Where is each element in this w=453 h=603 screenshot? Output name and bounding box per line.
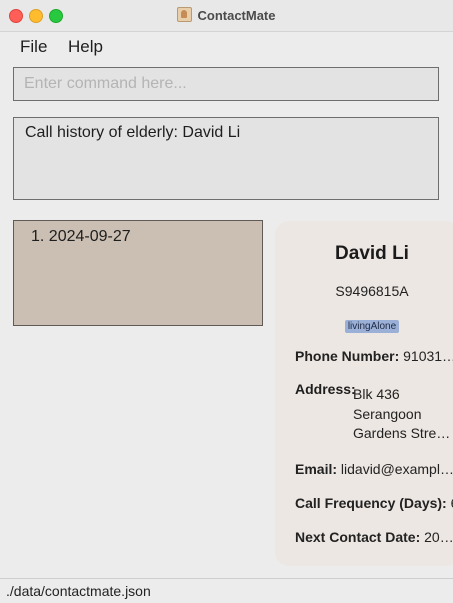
next-contact-label: Next Contact Date: [295,529,421,545]
menu-help[interactable]: Help [68,37,103,57]
address-line: Blk 436 [353,386,400,402]
address-label: Address: [295,381,356,397]
result-display: Call history of elderly: David Li [13,117,439,200]
next-contact-value: 20… [424,529,453,545]
person-tag: livingAlone [344,320,400,333]
title-bar: ContactMate [0,0,453,32]
status-bar: ./data/contactmate.json [0,578,453,603]
call-frequency-label: Call Frequency (Days): [295,495,447,511]
menu-bar: File Help [0,32,453,60]
email-field: Email: lidavid@exampl… [295,461,453,477]
list-item[interactable]: 1. 2024-09-27 [31,228,131,246]
address-line: Serangoon [353,405,422,422]
person-detail-card: David Li S9496815A livingAlone Phone Num… [275,221,453,566]
window-title: ContactMate [197,8,276,23]
window-title-group: ContactMate [0,7,453,23]
email-value: lidavid@exampl… [340,461,453,477]
menu-file[interactable]: File [20,37,47,57]
address-value: Blk 436 Serangoon Gardens Stre… [353,385,449,444]
call-history-list[interactable]: 1. 2024-09-27 [13,220,263,326]
command-input[interactable] [13,67,439,101]
result-text: Call history of elderly: David Li [25,124,241,141]
tag-container: livingAlone [275,316,453,334]
phone-field: Phone Number: 91031… [295,348,453,364]
person-nric: S9496815A [335,283,409,299]
save-location: ./data/contactmate.json [6,583,151,599]
person-name: David Li [335,243,409,264]
next-contact-field: Next Contact Date: 20… [295,529,453,545]
app-icon [177,7,193,22]
list-item-date: 2024-09-27 [48,228,131,245]
address-line: Gardens Stre… [353,425,449,441]
phone-value: 91031… [403,348,453,364]
phone-label: Phone Number: [295,348,400,364]
email-label: Email: [295,461,338,477]
list-item-index: 1. [31,228,45,245]
call-frequency-field: Call Frequency (Days): 6 [295,495,453,511]
